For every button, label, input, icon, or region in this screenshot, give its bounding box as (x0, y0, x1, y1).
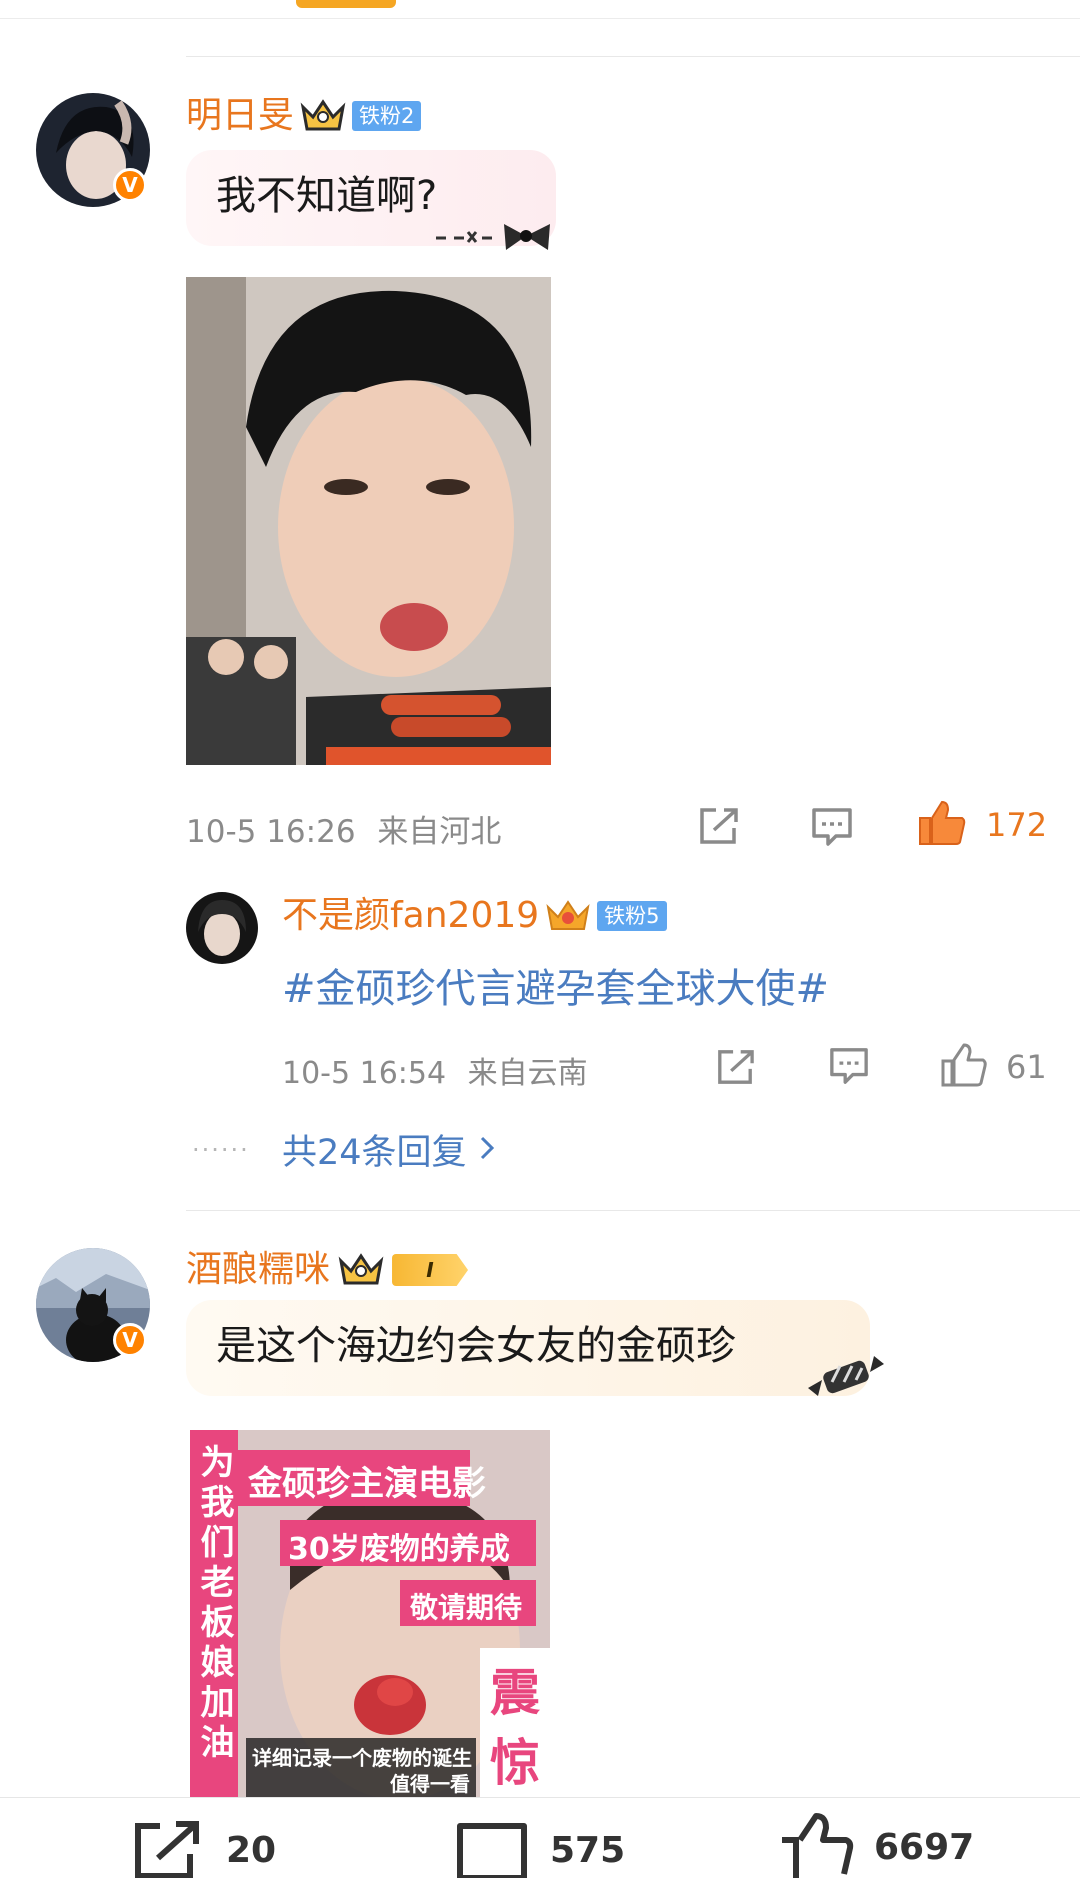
comment-divider (186, 1210, 1080, 1211)
crown-icon (300, 97, 346, 135)
like-button[interactable]: 6697 (778, 1812, 974, 1882)
fan-badge: 铁粉2 (352, 101, 422, 131)
reply-icon[interactable] (810, 806, 854, 848)
candy-decoration-icon (804, 1352, 888, 1404)
comment-button[interactable]: 575 (454, 1818, 625, 1882)
like-icon[interactable] (918, 800, 966, 846)
bottom-action-bar: 20 575 6697 (0, 1798, 1080, 1881)
comment-icon (454, 1818, 530, 1882)
repost-button[interactable]: 20 (130, 1818, 276, 1882)
chevron-right-icon (479, 1130, 495, 1170)
poster-caption-2: 值得一看 (390, 1772, 470, 1796)
comment-meta: 10-5 16:26 来自河北 (186, 806, 501, 851)
poster-tagline: 敬请期待 (410, 1591, 523, 1624)
comment-image[interactable]: 为我们老板娘加油 金硕珍主演电影 30岁废物的养成 敬请期待 震惊 详细记录一个… (190, 1430, 550, 1798)
dots-decoration: ······ (192, 1136, 250, 1164)
repost-icon (130, 1818, 206, 1882)
share-icon[interactable] (696, 806, 740, 846)
username[interactable]: 明日旻 (186, 94, 294, 138)
repost-count: 20 (226, 1829, 277, 1871)
like-count: 172 (986, 806, 1048, 844)
reply-icon[interactable] (828, 1046, 870, 1086)
comment-text: 是这个海边约会女友的金硕珍 (216, 1323, 736, 1369)
comment-divider (186, 56, 1080, 57)
poster-subtitle: 30岁废物的养成 (288, 1532, 510, 1567)
crown-icon (545, 897, 591, 935)
bow-decoration-icon (434, 212, 574, 262)
reply-meta: 10-5 16:54 来自云南 (282, 1048, 588, 1092)
username[interactable]: 酒酿糯咪 (186, 1248, 330, 1292)
comment-count: 575 (550, 1829, 626, 1871)
reply-header: 不是颜fan2019 铁粉5 (282, 894, 667, 938)
reply-time: 10-5 16:54 (282, 1056, 447, 1091)
crown-icon (338, 1251, 384, 1289)
top-divider (0, 18, 1080, 19)
reply-location: 来自云南 (467, 1056, 588, 1091)
like-icon (778, 1812, 854, 1882)
poster-badge-text: 震惊 (490, 1664, 540, 1792)
comment-header: 酒酿糯咪 I (186, 1248, 469, 1292)
comment-header: 明日旻 铁粉2 (186, 94, 422, 138)
verified-icon: V (113, 168, 147, 202)
comment-image[interactable] (186, 277, 551, 765)
more-replies-label: 共24条回复 (282, 1133, 467, 1173)
comment-text: 我不知道啊? (216, 173, 438, 219)
comment-location: 来自河北 (377, 814, 502, 850)
active-tab-indicator (296, 0, 396, 8)
poster-side-text-container: 为我们老板娘加油 (190, 1430, 238, 1798)
poster-caption-1: 详细记录一个废物的诞生 (252, 1746, 472, 1770)
share-icon[interactable] (714, 1048, 756, 1086)
like-total-count: 6697 (874, 1826, 975, 1868)
comment-text-bubble: 是这个海边约会女友的金硕珍 (186, 1300, 870, 1396)
reply-username[interactable]: 不是颜fan2019 (282, 894, 539, 938)
reply-avatar[interactable] (186, 892, 258, 964)
poster-side-text: 为我们老板娘加油 (194, 1444, 234, 1764)
like-count: 61 (1006, 1048, 1047, 1086)
more-replies-link[interactable]: 共24条回复 (282, 1124, 495, 1175)
like-icon[interactable] (940, 1042, 988, 1088)
reply-hashtag-link[interactable]: #金硕珍代言避孕套全球大使# (282, 956, 829, 1014)
fan-level-badge: I (392, 1254, 469, 1286)
fan-badge: 铁粉5 (597, 901, 667, 931)
verified-icon: V (113, 1323, 147, 1357)
poster-title: 金硕珍主演电影 (248, 1464, 486, 1504)
comment-time: 10-5 16:26 (186, 814, 356, 850)
